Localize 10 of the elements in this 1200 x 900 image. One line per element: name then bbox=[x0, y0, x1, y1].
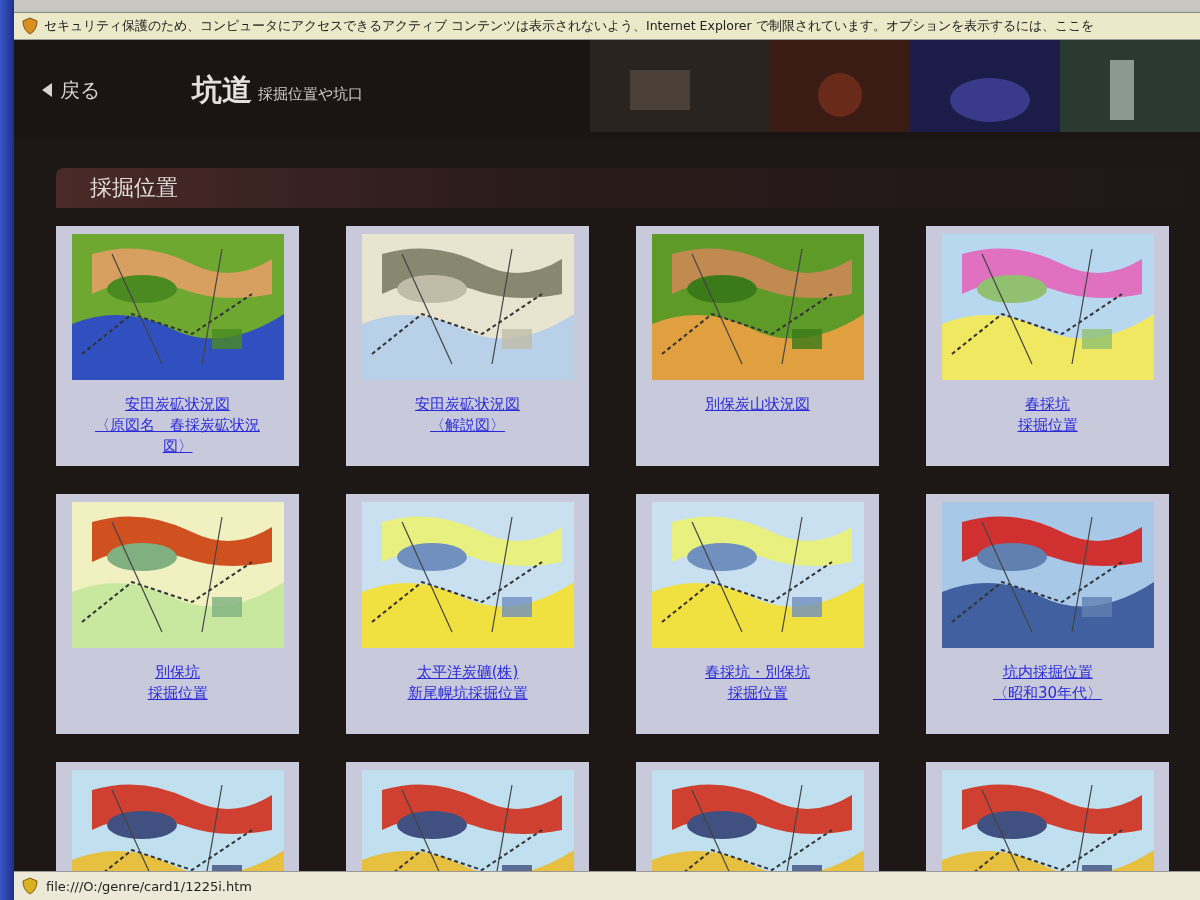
section-title: 採掘位置 bbox=[90, 174, 178, 202]
shield-icon bbox=[22, 877, 38, 895]
back-link[interactable]: 戻る bbox=[42, 76, 192, 104]
status-url: file:///O:/genre/card1/1225i.htm bbox=[46, 878, 252, 894]
info-bar[interactable]: セキュリティ保護のため、コンピュータにアクセスできるアクティブ コンテンツは表示されないよう、Internet Explorer で制限されています。オプションを表示するには、ここを bbox=[14, 13, 1200, 40]
page-subtitle: 採掘位置や坑口 bbox=[258, 84, 363, 104]
shield-icon bbox=[22, 17, 38, 35]
security-warning-text: セキュリティ保護のため、コンピュータにアクセスできるアクティブ コンテンツは表示されないよう、Internet Explorer で制限されています。オプションを表示するには、ここを bbox=[44, 17, 1094, 35]
back-arrow-icon bbox=[42, 83, 52, 97]
page-title: 坑道 bbox=[192, 70, 252, 109]
